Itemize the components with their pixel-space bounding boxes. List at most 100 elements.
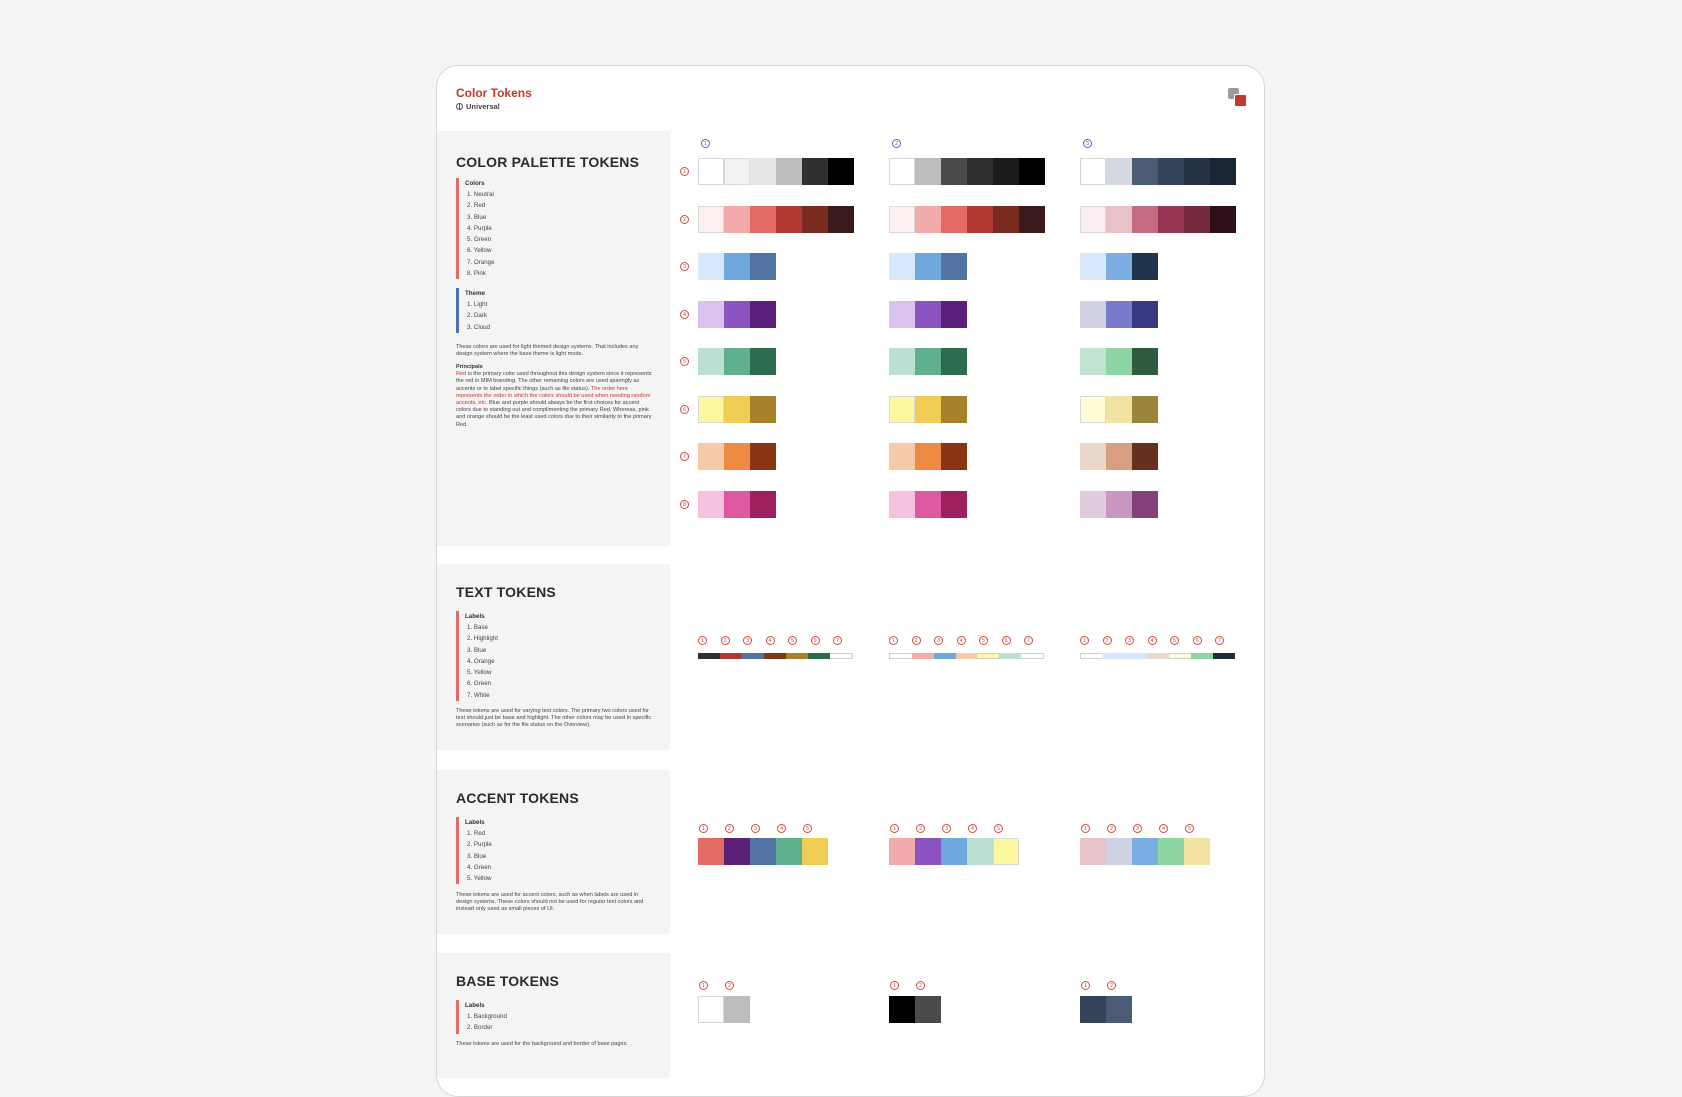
color-swatch[interactable] [889, 396, 915, 423]
color-swatch[interactable] [941, 491, 967, 518]
color-swatch[interactable] [724, 491, 750, 518]
color-swatch[interactable] [1106, 396, 1132, 423]
color-swatch[interactable] [698, 443, 724, 470]
color-swatch[interactable] [750, 158, 776, 185]
color-swatch[interactable] [750, 301, 776, 328]
color-swatch[interactable] [889, 158, 915, 185]
color-swatch[interactable] [889, 443, 915, 470]
color-swatch[interactable] [698, 491, 724, 518]
color-swatch[interactable] [698, 253, 724, 280]
color-swatch[interactable] [915, 348, 941, 375]
color-swatch[interactable] [941, 206, 967, 233]
text-token-segment[interactable] [764, 653, 786, 659]
color-swatch[interactable] [750, 838, 776, 865]
color-swatch[interactable] [1132, 396, 1158, 423]
text-token-segment[interactable] [1021, 653, 1045, 659]
text-token-segment[interactable] [955, 653, 978, 659]
color-swatch[interactable] [1080, 158, 1106, 185]
color-swatch[interactable] [1106, 301, 1132, 328]
color-swatch[interactable] [1158, 838, 1184, 865]
color-swatch[interactable] [889, 996, 915, 1023]
color-swatch[interactable] [1080, 491, 1106, 518]
color-swatch[interactable] [915, 838, 941, 865]
text-token-segment[interactable] [720, 653, 742, 659]
color-swatch[interactable] [1210, 158, 1236, 185]
color-swatch[interactable] [889, 838, 915, 865]
color-swatch[interactable] [750, 396, 776, 423]
color-swatch[interactable] [915, 396, 941, 423]
color-swatch[interactable] [915, 996, 941, 1023]
color-swatch[interactable] [828, 206, 854, 233]
color-swatch[interactable] [1106, 838, 1132, 865]
color-swatch[interactable] [941, 301, 967, 328]
color-swatch[interactable] [698, 396, 724, 423]
color-swatch[interactable] [698, 206, 724, 233]
color-swatch[interactable] [1106, 253, 1132, 280]
text-token-segment[interactable] [1191, 653, 1213, 659]
color-swatch[interactable] [1184, 206, 1210, 233]
color-swatch[interactable] [941, 348, 967, 375]
color-swatch[interactable] [776, 158, 802, 185]
color-swatch[interactable] [1132, 348, 1158, 375]
color-swatch[interactable] [1132, 301, 1158, 328]
color-swatch[interactable] [915, 253, 941, 280]
color-swatch[interactable] [1158, 206, 1184, 233]
color-swatch[interactable] [698, 838, 724, 865]
color-swatch[interactable] [1019, 206, 1045, 233]
color-swatch[interactable] [724, 838, 750, 865]
text-token-segment[interactable] [977, 653, 1000, 659]
color-swatch[interactable] [1080, 996, 1106, 1023]
color-swatch[interactable] [1106, 996, 1132, 1023]
color-swatch[interactable] [1080, 253, 1106, 280]
color-swatch[interactable] [1132, 443, 1158, 470]
text-token-segment[interactable] [808, 653, 830, 659]
text-token-segment[interactable] [933, 653, 956, 659]
color-swatch[interactable] [1106, 206, 1132, 233]
color-swatch[interactable] [1210, 206, 1236, 233]
color-swatch[interactable] [1132, 253, 1158, 280]
text-token-segment[interactable] [786, 653, 808, 659]
color-swatch[interactable] [993, 206, 1019, 233]
color-swatch[interactable] [724, 443, 750, 470]
color-swatch[interactable] [915, 158, 941, 185]
color-swatch[interactable] [1158, 158, 1184, 185]
color-swatch[interactable] [724, 996, 750, 1023]
text-token-segment[interactable] [698, 653, 720, 659]
color-swatch[interactable] [750, 348, 776, 375]
color-swatch[interactable] [915, 491, 941, 518]
color-swatch[interactable] [724, 396, 750, 423]
color-swatch[interactable] [750, 443, 776, 470]
text-token-segment[interactable] [1080, 653, 1103, 659]
color-swatch[interactable] [941, 396, 967, 423]
color-swatch[interactable] [889, 253, 915, 280]
color-swatch[interactable] [1106, 443, 1132, 470]
brand-logo-icon[interactable] [1228, 88, 1247, 107]
text-token-segment[interactable] [1147, 653, 1169, 659]
color-swatch[interactable] [889, 491, 915, 518]
color-swatch[interactable] [776, 206, 802, 233]
color-swatch[interactable] [967, 838, 993, 865]
color-swatch[interactable] [698, 301, 724, 328]
text-token-segment[interactable] [742, 653, 764, 659]
color-swatch[interactable] [1019, 158, 1045, 185]
text-token-segment[interactable] [889, 653, 912, 659]
text-token-segment[interactable] [1213, 653, 1235, 659]
color-swatch[interactable] [1184, 838, 1210, 865]
color-swatch[interactable] [915, 443, 941, 470]
text-token-segment[interactable] [911, 653, 934, 659]
color-swatch[interactable] [993, 158, 1019, 185]
color-swatch[interactable] [724, 253, 750, 280]
color-swatch[interactable] [802, 206, 828, 233]
text-token-segment[interactable] [999, 653, 1022, 659]
color-swatch[interactable] [802, 838, 828, 865]
color-swatch[interactable] [750, 253, 776, 280]
color-swatch[interactable] [1132, 206, 1158, 233]
color-swatch[interactable] [1106, 491, 1132, 518]
color-swatch[interactable] [698, 158, 724, 185]
color-swatch[interactable] [1106, 348, 1132, 375]
color-swatch[interactable] [941, 443, 967, 470]
color-swatch[interactable] [776, 838, 802, 865]
color-swatch[interactable] [967, 206, 993, 233]
color-swatch[interactable] [1080, 838, 1106, 865]
color-swatch[interactable] [724, 158, 750, 185]
